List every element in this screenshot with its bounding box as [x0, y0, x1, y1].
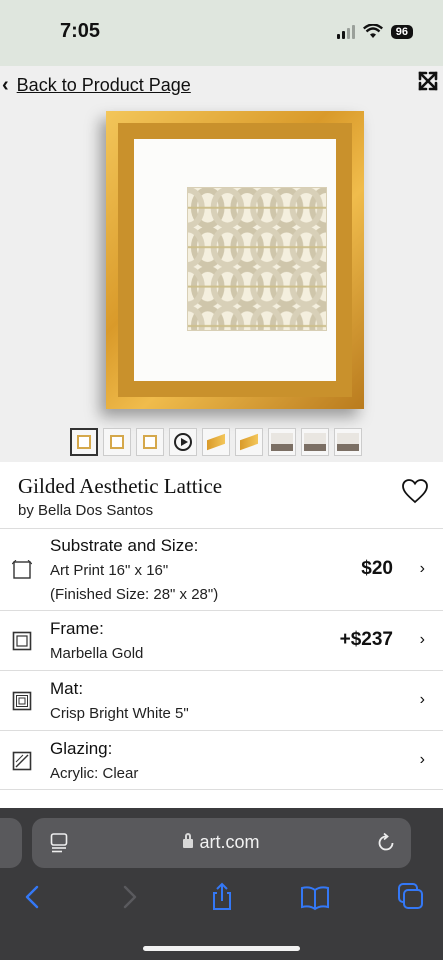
thumbnail-5[interactable]: [202, 428, 230, 456]
url-text: art.com: [199, 832, 260, 852]
heart-icon[interactable]: [401, 478, 429, 504]
thumbnail-7[interactable]: [268, 428, 296, 456]
chevron-right-icon: ›: [419, 691, 425, 708]
mat-icon: [12, 691, 32, 711]
chevron-right-icon: ›: [419, 631, 425, 648]
chevron-right-icon: ›: [419, 751, 425, 768]
option-substrate-size[interactable]: Substrate and Size: Art Print 16" x 16" …: [0, 528, 443, 610]
bookmarks-icon[interactable]: [300, 882, 330, 912]
reload-icon[interactable]: [375, 832, 397, 854]
thumbnail-9[interactable]: [334, 428, 362, 456]
home-indicator[interactable]: [143, 946, 300, 951]
framed-artwork-image: [106, 111, 364, 409]
configuration-options: Substrate and Size: Art Print 16" x 16" …: [0, 528, 443, 790]
option-value: Art Print 16" x 16": [50, 562, 169, 579]
battery-indicator: 96: [390, 24, 413, 39]
url-display: art.com: [32, 832, 411, 853]
option-title: Glazing:: [50, 739, 113, 758]
option-mat[interactable]: Mat: Crisp Bright White 5" ›: [0, 670, 443, 730]
option-value: Acrylic: Clear: [50, 765, 139, 782]
option-glazing[interactable]: Glazing: Acrylic: Clear ›: [0, 730, 443, 790]
play-icon: [174, 433, 192, 451]
product-title: Gilded Aesthetic Lattice: [18, 474, 223, 498]
wifi-icon: [362, 24, 383, 38]
option-frame[interactable]: Frame: Marbella Gold +$237 ›: [0, 610, 443, 670]
address-bar[interactable]: art.com: [32, 818, 411, 868]
back-to-product-link[interactable]: ‹ Back to Product Page: [2, 74, 191, 97]
thumbnail-1[interactable]: [70, 428, 98, 456]
status-indicators: 96: [336, 24, 413, 39]
option-value: Crisp Bright White 5": [50, 705, 189, 722]
browser-toolbar: art.com: [0, 808, 443, 960]
expand-icon[interactable]: [417, 70, 439, 92]
chevron-right-icon: ›: [419, 560, 425, 577]
option-title: Frame:: [50, 619, 104, 638]
artist-name[interactable]: by Bella Dos Santos: [18, 502, 153, 519]
option-price: +$237: [339, 629, 393, 650]
option-value: Marbella Gold: [50, 645, 144, 662]
product-gallery: ‹ Back to Product Page: [0, 66, 443, 462]
thumbnail-strip: [70, 428, 362, 456]
forward-arrow-icon[interactable]: [114, 882, 144, 912]
option-finished-size: (Finished Size: 28" x 28"): [50, 586, 219, 603]
share-icon[interactable]: [207, 882, 237, 912]
mat: [134, 139, 336, 381]
back-arrow-icon[interactable]: [18, 882, 48, 912]
option-title: Substrate and Size:: [50, 536, 199, 555]
browser-nav-row: [0, 882, 443, 912]
thumbnail-6[interactable]: [235, 428, 263, 456]
back-label: Back to Product Page: [16, 75, 191, 95]
frame-icon: [12, 631, 32, 651]
status-time: 7:05: [60, 20, 101, 42]
lock-icon: [183, 833, 194, 848]
tabs-icon[interactable]: [395, 882, 425, 912]
previous-tab[interactable]: [0, 818, 22, 868]
chevron-left-icon: ‹: [2, 74, 9, 96]
thumbnail-8[interactable]: [301, 428, 329, 456]
thumbnail-video[interactable]: [169, 428, 197, 456]
cellular-signal-icon: [336, 24, 355, 39]
option-price: $20: [361, 558, 393, 579]
thumbnail-2[interactable]: [103, 428, 131, 456]
glazing-icon: [12, 751, 32, 771]
thumbnail-3[interactable]: [136, 428, 164, 456]
option-title: Mat:: [50, 679, 84, 698]
substrate-icon: [12, 560, 32, 579]
status-bar: 7:05 96: [0, 0, 443, 66]
lattice-artwork: [187, 187, 327, 331]
